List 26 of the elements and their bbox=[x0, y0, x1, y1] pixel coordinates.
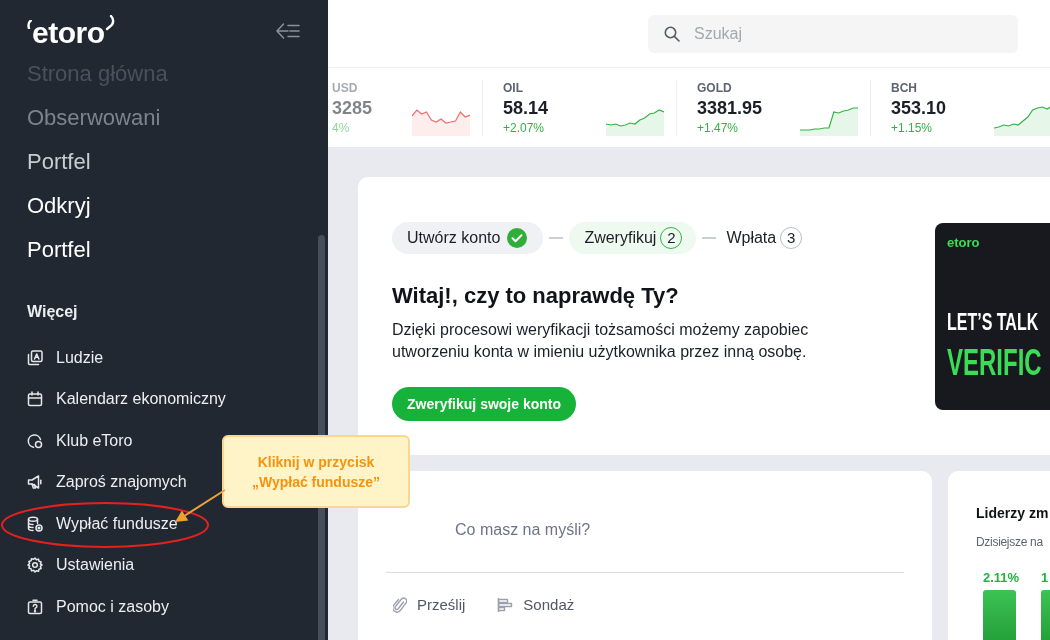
banner-logo: etoro bbox=[947, 235, 981, 251]
logo: etoro bbox=[32, 17, 105, 49]
step-label: Wpłata bbox=[726, 228, 777, 248]
bar-value: 1 bbox=[1041, 571, 1050, 585]
card-description: Dzięki procesowi weryfikacji tożsamości możemy zapobiec utworzeniu konta w imieniu użytkownika przez inną osobę. bbox=[392, 320, 810, 362]
card-heading: Witaj!, czy to naprawdę Ty? bbox=[392, 282, 679, 310]
section-title: Więcej bbox=[27, 302, 78, 322]
ticker-symbol: USD bbox=[332, 80, 359, 97]
banner-headline: LET’S TALK bbox=[947, 309, 1040, 336]
ticker-price: 58.14 bbox=[503, 98, 549, 118]
ticker-change: 4% bbox=[332, 120, 351, 137]
ticker-price: 3381.95 bbox=[697, 98, 763, 118]
card-title: Liderzy zm bbox=[976, 504, 1050, 522]
ticker-symbol: OIL bbox=[503, 80, 524, 97]
ticker-price: 3285 bbox=[332, 98, 373, 118]
banner-headline: VERIFIC bbox=[947, 343, 1043, 382]
card-subtitle: Dzisiejsze na bbox=[976, 534, 1044, 550]
ticker-change: +2.07% bbox=[503, 120, 546, 137]
ticker-symbol: GOLD bbox=[697, 80, 733, 97]
step-label: Zweryfikuj bbox=[584, 228, 657, 248]
ticker-change: +1.47% bbox=[697, 120, 740, 137]
step-label: Utwórz konto bbox=[407, 228, 501, 248]
ticker-symbol: BCH bbox=[891, 80, 918, 97]
callout-tooltip: Kliknij w przycisk „Wypłać fundusze” bbox=[222, 435, 410, 508]
ticker-price: 353.10 bbox=[891, 98, 947, 118]
ticker-change: +1.15% bbox=[891, 120, 934, 137]
